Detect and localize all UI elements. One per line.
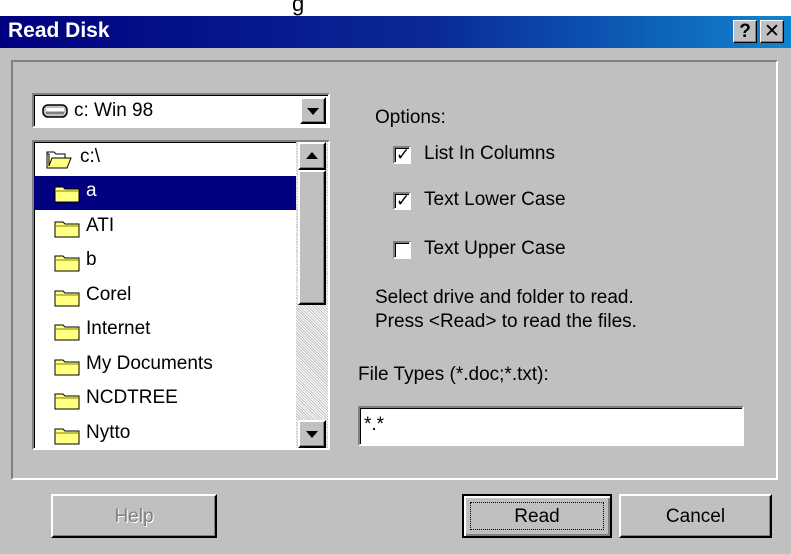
instructions-line-2: Press <Read> to read the files. <box>375 311 637 332</box>
folder-item[interactable]: ATI <box>34 211 296 245</box>
folder-item[interactable]: Nytto <box>34 418 296 449</box>
folder-item-label: ATI <box>86 214 115 236</box>
folder-item[interactable]: a <box>34 176 296 210</box>
folder-list-scrollbar[interactable] <box>296 142 328 448</box>
text-lower-case-option[interactable]: ✓ Text Lower Case <box>393 189 613 213</box>
close-button[interactable]: ✕ <box>760 20 784 43</box>
scroll-thumb[interactable] <box>298 170 326 305</box>
folder-list[interactable]: c:\ a ATI b Corel Internet My Documents NCDTRE… <box>32 140 330 450</box>
folder-icon <box>54 393 80 410</box>
folder-icon <box>54 186 80 203</box>
list-in-columns-label: List In Columns <box>424 143 555 164</box>
folder-item[interactable]: b <box>34 245 296 279</box>
instructions-line-1: Select drive and folder to read. <box>375 287 634 308</box>
window-title: Read Disk <box>8 19 110 42</box>
text-upper-case-option[interactable]: ✓ Text Upper Case <box>393 238 613 262</box>
folder-item[interactable]: My Documents <box>34 349 296 383</box>
cancel-button-label: Cancel <box>665 506 726 527</box>
checkmark-icon: ✓ <box>396 191 411 210</box>
folder-icon <box>54 290 80 306</box>
help-button[interactable]: Help <box>51 494 217 538</box>
list-in-columns-option[interactable]: ✓ List In Columns <box>393 143 613 167</box>
title-bar[interactable]: Read Disk ? ✕ <box>0 16 791 48</box>
text-upper-case-label: Text Upper Case <box>424 238 566 259</box>
hard-drive-icon <box>42 104 68 118</box>
question-mark-icon: ? <box>739 21 751 42</box>
folder-item-label: My Documents <box>86 352 213 374</box>
arrow-up-icon <box>306 152 318 159</box>
text-lower-case-label: Text Lower Case <box>424 189 566 210</box>
drive-select[interactable]: c: Win 98 <box>32 93 330 128</box>
folder-root-item[interactable]: c:\ <box>34 142 296 176</box>
read-disk-dialog: g Read Disk ? ✕ c: Win 98 c:\ a ATI b Co… <box>0 0 791 554</box>
arrow-down-icon <box>306 431 318 438</box>
folder-item-label: a <box>86 180 97 201</box>
folder-item-label: Corel <box>86 283 132 305</box>
folder-item-label: Internet <box>86 318 151 339</box>
folder-icon <box>54 221 80 237</box>
folder-item-label: b <box>86 249 97 270</box>
open-folder-icon <box>46 151 72 169</box>
drive-select-value: c: Win 98 <box>74 100 154 121</box>
scroll-up-button[interactable] <box>298 142 326 170</box>
close-icon: ✕ <box>764 21 780 42</box>
drive-dropdown-button[interactable] <box>300 97 326 124</box>
checkmark-icon: ✓ <box>396 145 411 164</box>
folder-item-label: Nytto <box>86 421 131 443</box>
folder-icon <box>54 359 80 375</box>
folder-root-label: c:\ <box>80 146 101 167</box>
background-window-strip: g <box>0 0 791 16</box>
options-label: Options: <box>375 107 446 128</box>
folder-item[interactable]: Corel <box>34 280 296 314</box>
text-upper-case-checkbox[interactable]: ✓ <box>393 241 411 259</box>
background-window-text: g <box>292 0 305 16</box>
text-lower-case-checkbox[interactable]: ✓ <box>393 191 411 210</box>
list-in-columns-checkbox[interactable]: ✓ <box>393 145 411 164</box>
file-types-label: File Types (*.doc;*.txt): <box>358 364 549 385</box>
file-types-value: *.* <box>364 414 385 435</box>
help-button-label: Help <box>114 506 154 527</box>
file-types-input[interactable]: *.* <box>358 406 744 446</box>
folder-icon <box>54 324 80 341</box>
help-title-button[interactable]: ? <box>733 20 757 43</box>
folder-icon <box>54 255 80 272</box>
folder-icon <box>54 428 80 444</box>
cancel-button[interactable]: Cancel <box>619 494 772 538</box>
chevron-down-icon <box>307 107 319 115</box>
scroll-down-button[interactable] <box>298 420 326 448</box>
read-button[interactable]: Read <box>462 494 612 538</box>
folder-item-label: NCDTREE <box>86 387 178 408</box>
read-button-label: Read <box>514 506 560 527</box>
folder-item[interactable]: Internet <box>34 314 296 348</box>
folder-item[interactable]: NCDTREE <box>34 383 296 417</box>
